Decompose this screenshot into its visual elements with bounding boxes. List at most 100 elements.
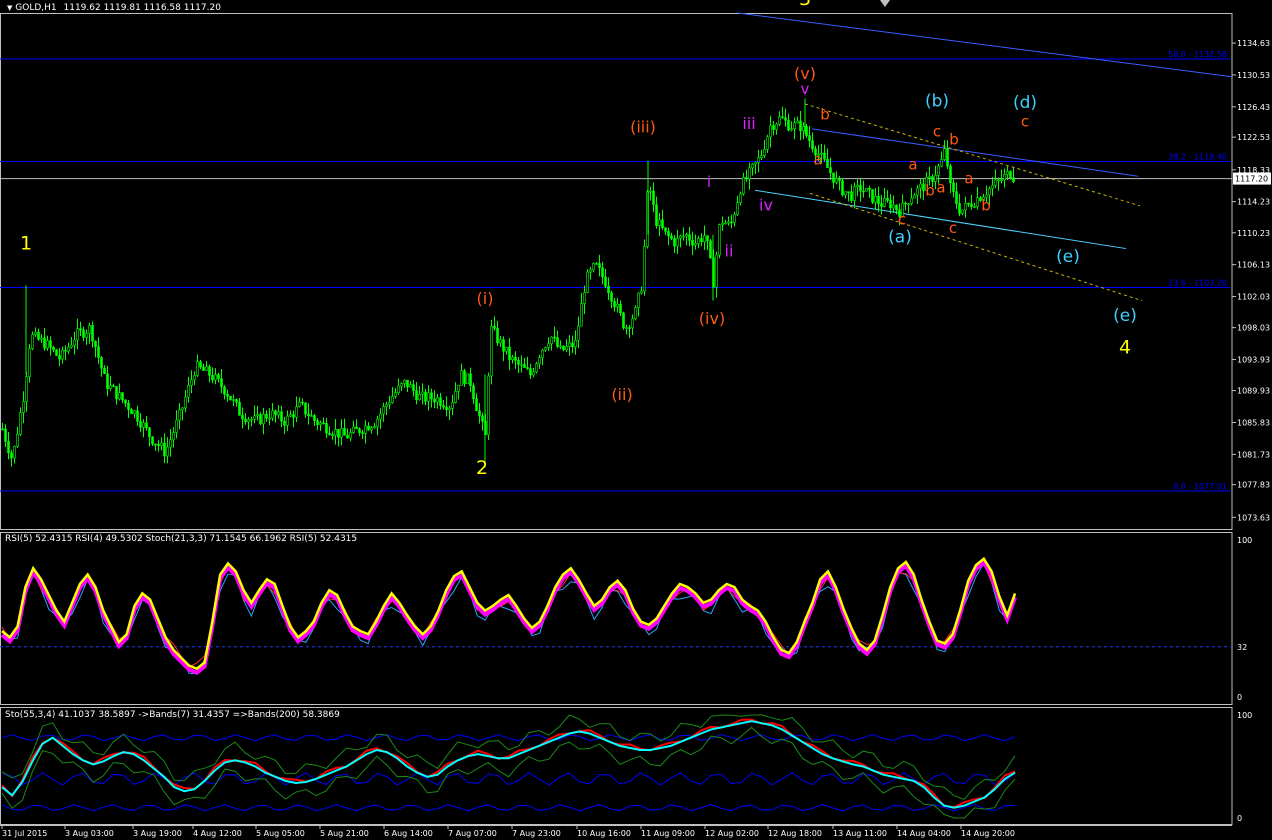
candle-body xyxy=(910,197,913,205)
candle-body xyxy=(118,392,121,400)
candle-body xyxy=(844,191,847,196)
candle-body xyxy=(121,392,124,401)
candle-body xyxy=(544,347,547,351)
candle-body xyxy=(193,375,196,381)
time-tick-label: 12 Aug 02:00 xyxy=(705,829,759,838)
price-tick-label: 1077.83 xyxy=(1237,481,1270,490)
candle-body xyxy=(490,325,493,377)
candle-body xyxy=(685,234,688,237)
candle-body xyxy=(583,292,586,304)
chart-menu-arrow-icon[interactable]: ▼ xyxy=(7,4,12,12)
time-tick-label: 5 Aug 05:00 xyxy=(256,829,305,838)
candle-body xyxy=(883,197,886,207)
candle-body xyxy=(448,407,451,411)
candle-body xyxy=(445,406,448,411)
candle-body xyxy=(733,214,736,223)
candle-body xyxy=(697,238,700,244)
candle-body xyxy=(58,355,61,360)
wave-label: (b) xyxy=(925,91,949,111)
fib-label: 23.6 - 1103.20 xyxy=(1168,278,1227,287)
candle-body xyxy=(205,366,208,371)
candle-body xyxy=(268,417,271,420)
candle-body xyxy=(73,339,76,346)
time-tick-label: 11 Aug 09:00 xyxy=(641,829,695,838)
time-tick-label: 14 Aug 20:00 xyxy=(961,829,1015,838)
rsi-tick-label: 32 xyxy=(1237,643,1247,652)
wave-label: (iii) xyxy=(630,118,656,137)
candle-body xyxy=(1009,171,1012,178)
wave-label: a xyxy=(936,179,945,197)
candle-body xyxy=(310,415,313,417)
panel-frame-1 xyxy=(0,532,1233,705)
candle-body xyxy=(22,401,25,413)
candle-body xyxy=(670,235,673,239)
candle-body xyxy=(61,349,64,360)
candle-body xyxy=(532,371,535,376)
candle-body xyxy=(1,428,4,431)
candle-body xyxy=(325,423,328,434)
candle-body xyxy=(478,410,481,417)
candle-body xyxy=(16,433,19,447)
wave-label: a xyxy=(964,169,973,187)
candle-body xyxy=(361,432,364,434)
candle-body xyxy=(64,349,67,352)
candle-body xyxy=(10,452,13,459)
candle-body xyxy=(199,361,202,368)
rsi4-line xyxy=(0,559,1017,675)
candle-body xyxy=(94,340,97,348)
candle-body xyxy=(97,346,100,358)
chart-window: 1134.63 1130.53 1126.43 1122.53 1118.33 1114.… xyxy=(0,0,1272,840)
candle-body xyxy=(784,117,787,121)
candle-body xyxy=(703,235,706,243)
candle-body xyxy=(19,412,22,435)
candle-body xyxy=(553,336,556,339)
candle-body xyxy=(526,367,529,369)
candle-body xyxy=(589,269,592,273)
candle-body xyxy=(721,222,724,226)
candle-body xyxy=(145,422,148,429)
candle-body xyxy=(754,162,757,165)
trend-line xyxy=(811,128,1139,177)
candle-body xyxy=(469,373,472,386)
panel-frame-0 xyxy=(0,13,1233,530)
wave-label: (d) xyxy=(1013,93,1037,113)
candle-body xyxy=(334,429,337,436)
candle-body xyxy=(1012,177,1015,182)
candle-body xyxy=(295,406,298,418)
candle-body xyxy=(235,399,238,403)
candle-body xyxy=(52,347,55,351)
candle-body xyxy=(964,202,967,211)
candle-body xyxy=(298,401,301,407)
stoch-rsi-line xyxy=(1,562,1016,675)
candle-body xyxy=(142,422,145,428)
sto-tick-label: 0 xyxy=(1237,814,1242,823)
candle-body xyxy=(349,432,352,439)
candle-body xyxy=(187,385,190,398)
candle-body xyxy=(601,267,604,278)
candle-body xyxy=(253,415,256,420)
candle-body xyxy=(499,339,502,344)
candle-body xyxy=(313,415,316,421)
candle-body xyxy=(406,379,409,388)
candle-body xyxy=(79,328,82,331)
candle-body xyxy=(4,428,7,442)
candle-body xyxy=(892,204,895,209)
candle-body xyxy=(394,392,397,397)
chart-shift-marker-icon[interactable] xyxy=(880,0,890,7)
candle-body xyxy=(256,414,259,417)
candle-body xyxy=(43,337,46,349)
candle-body xyxy=(565,346,568,351)
candle-body xyxy=(352,426,355,433)
time-tick-label: 14 Aug 04:00 xyxy=(897,829,951,838)
candle-body xyxy=(715,254,718,288)
candle-body xyxy=(436,397,439,403)
candle-body xyxy=(439,397,442,406)
candle-body xyxy=(166,446,169,457)
candle-body xyxy=(616,303,619,308)
time-tick-label: 12 Aug 18:00 xyxy=(768,829,822,838)
candle-body xyxy=(76,328,79,341)
candle-body xyxy=(634,307,637,320)
price-tick-label: 1114.23 xyxy=(1237,198,1270,207)
candle-body xyxy=(562,345,565,351)
time-tick-label: 4 Aug 12:00 xyxy=(193,829,242,838)
